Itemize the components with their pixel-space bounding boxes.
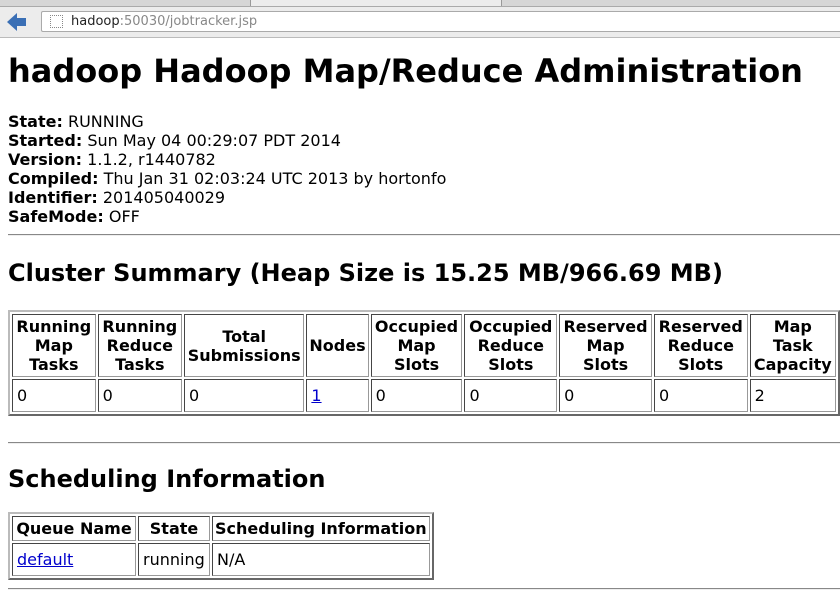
- info-version: Version: 1.1.2, r1440782: [8, 150, 840, 169]
- table-row: default running N/A: [12, 543, 430, 576]
- col-total-submissions: Total Submissions: [184, 314, 305, 377]
- table-header-row: Queue Name State Scheduling Information: [12, 516, 430, 541]
- cell: 1: [306, 379, 369, 412]
- cell: 0: [12, 379, 96, 412]
- tab-strip: [0, 0, 840, 7]
- queue-link-default[interactable]: default: [17, 550, 73, 569]
- divider: [8, 234, 840, 236]
- info-value: 201405040029: [102, 188, 226, 207]
- info-value: 1.1.2, r1440782: [87, 150, 216, 169]
- table-row: 0 0 0 1 0 0 0 0 2: [12, 379, 836, 412]
- cell: default: [12, 543, 136, 576]
- scheduling-table: Queue Name State Scheduling Information …: [8, 512, 434, 580]
- info-value: RUNNING: [67, 112, 144, 131]
- info-value: Sun May 04 00:29:07 PDT 2014: [87, 131, 341, 150]
- cell: 0: [559, 379, 652, 412]
- url-path: :50030/jobtracker.jsp: [119, 14, 258, 29]
- cell: N/A: [212, 543, 430, 576]
- cell: 0: [184, 379, 305, 412]
- col-occupied-map-slots: Occupied Map Slots: [370, 314, 463, 377]
- cell: running: [138, 543, 210, 576]
- info-compiled: Compiled: Thu Jan 31 02:03:24 UTC 2013 b…: [8, 169, 840, 188]
- jobtracker-info: State: RUNNING Started: Sun May 04 00:29…: [8, 112, 840, 226]
- info-identifier: Identifier: 201405040029: [8, 188, 840, 207]
- cluster-summary-table: Running Map Tasks Running Reduce Tasks T…: [8, 310, 840, 416]
- cell: 0: [653, 379, 748, 412]
- browser-tab[interactable]: [250, 0, 502, 6]
- cell: 0: [464, 379, 558, 412]
- info-started: Started: Sun May 04 00:29:07 PDT 2014: [8, 131, 840, 150]
- info-value: Thu Jan 31 02:03:24 UTC 2013 by hortonfo: [103, 169, 447, 188]
- col-reserved-reduce-slots: Reserved Reduce Slots: [653, 314, 748, 377]
- divider: [8, 442, 840, 444]
- col-occupied-reduce-slots: Occupied Reduce Slots: [464, 314, 558, 377]
- cluster-summary-heading: Cluster Summary (Heap Size is 15.25 MB/9…: [8, 259, 723, 287]
- url-bar[interactable]: hadoop:50030/jobtracker.jsp: [41, 11, 840, 32]
- cell: 0: [370, 379, 463, 412]
- col-reserved-map-slots: Reserved Map Slots: [559, 314, 652, 377]
- col-scheduling-information: Scheduling Information: [212, 516, 430, 541]
- scheduling-heading: Scheduling Information: [8, 465, 326, 493]
- nodes-link[interactable]: 1: [311, 386, 321, 405]
- info-label: State:: [8, 112, 63, 131]
- col-map-task-capacity: Map Task Capacity: [749, 314, 836, 377]
- info-label: Compiled:: [8, 169, 99, 188]
- info-label: Identifier:: [8, 188, 98, 207]
- browser-toolbar: hadoop:50030/jobtracker.jsp: [0, 7, 840, 38]
- cell: 0: [97, 379, 183, 412]
- col-state: State: [138, 516, 210, 541]
- page-title: hadoop Hadoop Map/Reduce Administration: [8, 52, 803, 90]
- col-running-reduce-tasks: Running Reduce Tasks: [97, 314, 183, 377]
- info-safemode: SafeMode: OFF: [8, 207, 840, 226]
- page-icon: [50, 15, 63, 28]
- info-value: OFF: [108, 207, 140, 226]
- info-label: Version:: [8, 150, 83, 169]
- divider: [8, 588, 840, 590]
- table-header-row: Running Map Tasks Running Reduce Tasks T…: [12, 314, 836, 377]
- info-state: State: RUNNING: [8, 112, 840, 131]
- back-arrow-icon: [7, 13, 26, 31]
- col-queue-name: Queue Name: [12, 516, 136, 541]
- url-host: hadoop: [71, 14, 120, 29]
- back-button[interactable]: [7, 12, 29, 32]
- info-label: Started:: [8, 131, 83, 150]
- col-running-map-tasks: Running Map Tasks: [12, 314, 96, 377]
- info-label: SafeMode:: [8, 207, 104, 226]
- cell: 2: [749, 379, 836, 412]
- col-nodes: Nodes: [306, 314, 369, 377]
